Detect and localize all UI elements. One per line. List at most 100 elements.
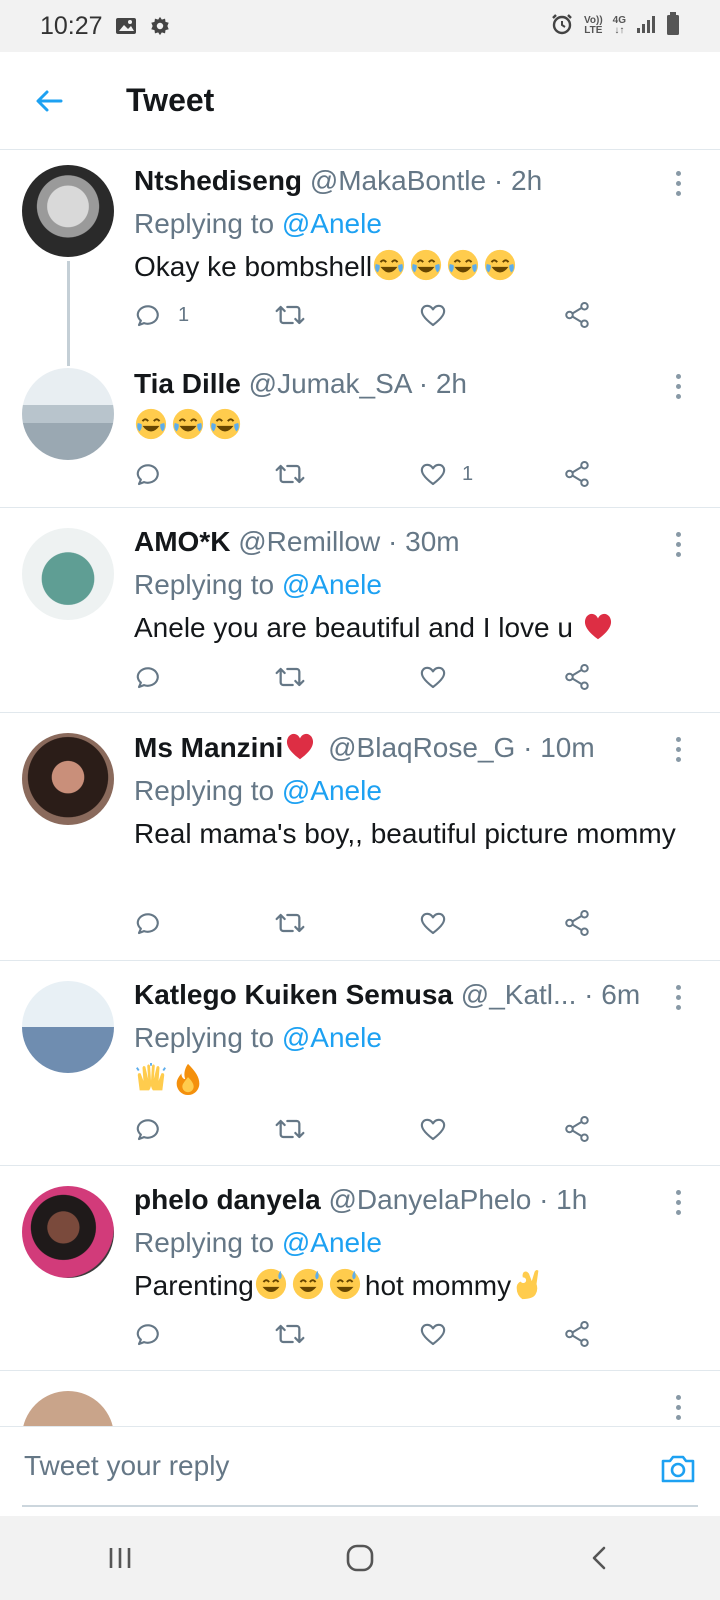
tweet-header: Ntshediseng @MakaBontle · 2h <box>134 163 690 199</box>
avatar[interactable] <box>22 733 114 825</box>
joy-emoji <box>409 248 443 282</box>
tweet-item[interactable]: AMO*K @Remillow · 30m Replying to @Anele… <box>0 508 720 713</box>
reply-button[interactable]: 1 <box>134 295 189 335</box>
tweet-header: Tia Dille @Jumak_SA · 2h <box>134 366 690 402</box>
reply-icon <box>134 300 164 330</box>
author-handle[interactable]: @DanyelaPhelo <box>329 1184 532 1215</box>
retweet-button[interactable] <box>274 903 320 943</box>
more-options-button[interactable] <box>666 1389 690 1425</box>
author-name[interactable]: Ms Manzini <box>134 732 283 763</box>
like-icon <box>418 908 448 938</box>
page-title: Tweet <box>126 82 215 118</box>
author-handle[interactable]: @BlaqRose_G <box>328 732 515 763</box>
author-name[interactable]: AMO*K <box>134 526 230 557</box>
like-icon <box>418 662 448 692</box>
tweet-item[interactable]: phelo danyela @DanyelaPhelo · 1h Replyin… <box>0 1166 720 1371</box>
like-button[interactable] <box>418 1314 462 1354</box>
mention-link[interactable]: @Anele <box>282 775 382 806</box>
tweet-item[interactable]: Ms Manzini @BlaqRose_G · 10m Replying to… <box>0 713 720 961</box>
avatar[interactable] <box>22 981 114 1073</box>
red-heart-emoji <box>581 609 615 643</box>
separator: · <box>418 368 429 399</box>
reply-icon <box>134 1319 164 1349</box>
like-button[interactable] <box>418 657 462 697</box>
like-button[interactable] <box>418 1109 462 1149</box>
retweet-icon <box>274 907 306 939</box>
mention-link[interactable]: @Anele <box>282 208 382 239</box>
system-nav-bar <box>0 1516 720 1600</box>
avatar[interactable] <box>22 165 114 257</box>
tweet-item[interactable]: Katlego Kuiken Semusa @_Katl... · 6m Rep… <box>0 961 720 1166</box>
camera-button[interactable] <box>658 1449 698 1489</box>
author-name[interactable]: Ntshediseng <box>134 165 302 196</box>
retweet-button[interactable] <box>274 454 320 494</box>
share-button[interactable] <box>562 295 592 335</box>
tweet-item[interactable]: Ntshediseng @MakaBontle · 2h Replying to… <box>0 151 720 366</box>
replying-label: Replying to <box>134 569 275 600</box>
battery-icon <box>666 11 680 41</box>
replying-to-line: Replying to @Anele <box>134 1017 690 1059</box>
home-button[interactable] <box>320 1528 400 1588</box>
avatar[interactable] <box>22 368 114 460</box>
joy-emoji <box>483 248 517 282</box>
image-icon <box>115 16 137 36</box>
replying-to-line: Replying to @Anele <box>134 564 690 606</box>
reply-input[interactable] <box>22 1449 626 1483</box>
like-button[interactable] <box>418 295 462 335</box>
reply-button[interactable] <box>134 903 178 943</box>
author-name[interactable]: phelo danyela <box>134 1184 321 1215</box>
like-button[interactable]: 1 <box>418 454 473 494</box>
more-options-button[interactable] <box>666 526 690 562</box>
back-button[interactable] <box>24 76 74 126</box>
retweet-button[interactable] <box>274 1109 320 1149</box>
author-name[interactable]: Katlego Kuiken Semusa <box>134 979 453 1010</box>
retweet-button[interactable] <box>274 295 320 335</box>
avatar[interactable] <box>22 1391 114 1426</box>
author-handle[interactable]: @Remillow <box>238 526 380 557</box>
reply-button[interactable] <box>134 657 178 697</box>
joy-emoji <box>208 407 242 441</box>
share-button[interactable] <box>562 1109 592 1149</box>
tweet-header: Katlego Kuiken Semusa @_Katl... · 6m <box>134 977 690 1013</box>
tweet-actions <box>134 1109 614 1149</box>
replies-feed[interactable]: Ntshediseng @MakaBontle · 2h Replying to… <box>0 151 720 1426</box>
retweet-icon <box>274 661 306 693</box>
share-button[interactable] <box>562 454 592 494</box>
avatar[interactable] <box>22 1186 114 1278</box>
more-options-button[interactable] <box>666 165 690 201</box>
tweet-item[interactable]: Tia Dille @Jumak_SA · 2h 1 <box>0 356 720 508</box>
recent-apps-button[interactable] <box>80 1528 160 1588</box>
more-options-button[interactable] <box>666 979 690 1015</box>
author-handle[interactable]: @_Katl... <box>461 979 577 1010</box>
reply-button[interactable] <box>134 1314 178 1354</box>
author-name[interactable]: Tia Dille <box>134 368 241 399</box>
share-button[interactable] <box>562 657 592 697</box>
mention-link[interactable]: @Anele <box>282 1022 382 1053</box>
tweet-item-partial[interactable] <box>0 1371 720 1426</box>
share-button[interactable] <box>562 903 592 943</box>
mention-link[interactable]: @Anele <box>282 1227 382 1258</box>
system-back-button[interactable] <box>560 1528 640 1588</box>
more-options-button[interactable] <box>666 368 690 404</box>
mention-link[interactable]: @Anele <box>282 569 382 600</box>
raising-hands-emoji <box>134 1062 168 1096</box>
status-time: 10:27 <box>40 11 103 40</box>
app-header: Tweet <box>0 52 720 150</box>
author-handle[interactable]: @Jumak_SA <box>249 368 411 399</box>
more-options-button[interactable] <box>666 731 690 767</box>
author-handle[interactable]: @MakaBontle <box>310 165 486 196</box>
tweet-header: AMO*K @Remillow · 30m <box>134 524 690 560</box>
more-options-button[interactable] <box>666 1184 690 1220</box>
camera-icon <box>661 1455 695 1483</box>
retweet-button[interactable] <box>274 657 320 697</box>
like-count: 1 <box>462 462 474 485</box>
replying-label: Replying to <box>134 208 275 239</box>
reply-button[interactable] <box>134 454 178 494</box>
tweet-text: Okay ke bombshell <box>134 247 690 287</box>
share-button[interactable] <box>562 1314 592 1354</box>
reply-button[interactable] <box>134 1109 178 1149</box>
retweet-button[interactable] <box>274 1314 320 1354</box>
avatar[interactable] <box>22 528 114 620</box>
like-button[interactable] <box>418 903 462 943</box>
joy-emoji <box>134 407 168 441</box>
